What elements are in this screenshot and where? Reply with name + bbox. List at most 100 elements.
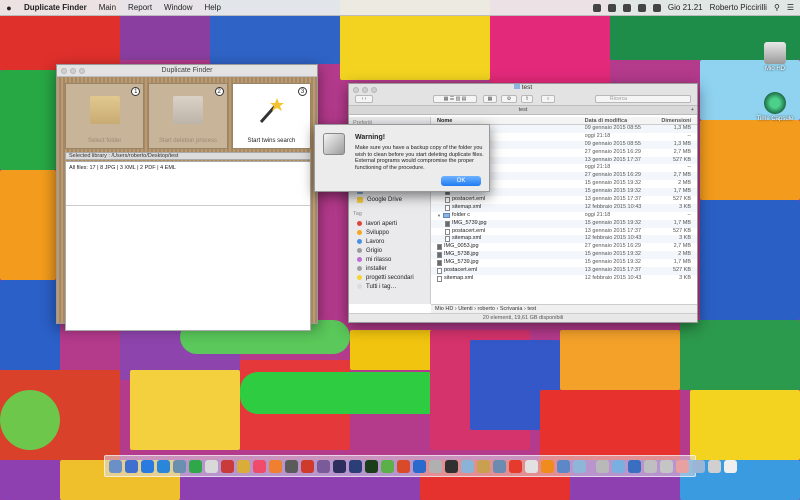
menu-window[interactable]: Window <box>158 3 198 12</box>
dock-app-icon[interactable] <box>660 459 673 473</box>
sidebar-tag-grigio[interactable]: Grigio <box>349 246 430 255</box>
dock-app-icon[interactable] <box>157 459 170 473</box>
dock-app-icon[interactable] <box>141 459 154 473</box>
sidebar-tag-lavoro[interactable]: Lavoro <box>349 237 430 246</box>
dock-app-icon[interactable] <box>173 459 186 473</box>
finder-toolbar[interactable]: test ‹ › ▦ ☰ ▥ ▤ ▦ ⚙ ⇧ ○ Ricerca <box>349 84 697 106</box>
dock-app-icon[interactable] <box>493 459 506 473</box>
table-row[interactable]: postacert.eml 13 gennaio 2015 17:37 527 KB… <box>431 267 697 275</box>
table-row[interactable]: IMG_5738.jpg15 gennaio 2015 19:32 2 MB JPE… <box>431 251 697 260</box>
dock-app-icon[interactable] <box>221 459 234 473</box>
table-row[interactable]: postacert.eml 13 gennaio 2015 17:37 527 KB… <box>431 196 697 204</box>
dock-app-icon[interactable] <box>301 459 314 473</box>
dock-app-icon[interactable] <box>596 459 609 473</box>
dock-app-icon[interactable] <box>628 459 641 473</box>
column-size[interactable]: Dimensioni <box>658 117 695 124</box>
dock-app-icon[interactable] <box>461 459 474 473</box>
dock-app-icon[interactable] <box>477 459 490 473</box>
spotlight-icon[interactable]: ⚲ <box>774 3 780 12</box>
desktop-icon-time-capsule[interactable]: Time Capsule <box>750 92 800 122</box>
column-date[interactable]: Data di modifica <box>585 117 658 124</box>
dock-app-icon[interactable] <box>285 459 298 473</box>
ok-button[interactable]: OK <box>441 176 481 186</box>
dock-app-icon[interactable] <box>692 459 705 473</box>
table-row[interactable]: sitemap.xml12 febbraio 2015 10:43 3 KB Tes… <box>431 203 697 212</box>
table-row[interactable]: IMG_0053.jpg27 gennaio 2015 16:29 2,7 MB J… <box>431 243 697 251</box>
dock-app-icon[interactable] <box>365 459 378 473</box>
tray-bluetooth-icon[interactable] <box>622 3 631 12</box>
view-mode-buttons[interactable]: ▦ ☰ ▥ ▤ <box>433 95 477 103</box>
disclosure-triangle-icon[interactable]: ▼ <box>437 212 441 220</box>
table-row[interactable]: postacert.eml 13 gennaio 2015 17:37 527 KB… <box>431 228 697 236</box>
path-segment[interactable]: roberto <box>478 306 495 312</box>
dock-app-icon[interactable] <box>445 459 458 473</box>
dock-app-icon[interactable] <box>644 459 657 473</box>
tab-test[interactable]: test <box>519 107 528 113</box>
menubar-clock[interactable]: Gio 21.21 <box>668 3 703 12</box>
sidebar-item-google-drive[interactable]: Google Drive <box>349 195 430 204</box>
path-segment[interactable]: Mio HD <box>435 306 453 312</box>
dock-app-icon[interactable] <box>205 459 218 473</box>
dock-app-icon[interactable] <box>676 459 689 473</box>
dock-app-icon[interactable] <box>724 459 737 473</box>
desktop-icon-mio-hd[interactable]: Mio HD <box>750 42 800 72</box>
table-row[interactable]: IMG_5739.jpg15 gennaio 2015 19:32 1,7 MB J… <box>431 259 697 267</box>
path-segment[interactable]: Scrivania <box>500 306 523 312</box>
path-segment[interactable]: Utenti <box>458 306 472 312</box>
dock-app-icon[interactable] <box>349 459 362 473</box>
menu-main[interactable]: Main <box>93 3 122 12</box>
arrange-icon[interactable]: ▦ <box>483 95 497 103</box>
table-row[interactable]: IMG_5739.jpg15 gennaio 2015 19:32 1,7 MB J… <box>431 219 697 228</box>
dock-app-icon[interactable] <box>612 459 625 473</box>
dock-app-icon[interactable] <box>109 459 122 473</box>
share-icon[interactable]: ⇧ <box>521 95 533 103</box>
dock-app-icon[interactable] <box>573 459 586 473</box>
back-forward-buttons[interactable]: ‹ › <box>355 95 373 103</box>
sidebar-tag-progetti-secondari[interactable]: progetti secondari <box>349 273 430 282</box>
path-segment[interactable]: test <box>527 306 536 312</box>
step-start-deletion[interactable]: 2 Start deletion process <box>148 83 228 149</box>
dock-app-icon[interactable] <box>708 459 721 473</box>
table-row[interactable]: sitemap.xml12 febbraio 2015 10:43 3 KB Tes… <box>431 235 697 244</box>
dock-app-icon[interactable] <box>189 459 202 473</box>
column-name[interactable]: Nome <box>431 117 585 124</box>
sidebar-tag-installer[interactable]: installer <box>349 264 430 273</box>
dock-app-icon[interactable] <box>269 459 282 473</box>
dock-app-icon[interactable] <box>333 459 346 473</box>
table-row[interactable]: sitemap.xml12 febbraio 2015 10:43 3 KB Tes… <box>431 275 697 283</box>
dock-app-icon[interactable] <box>413 459 426 473</box>
dock-app-icon[interactable] <box>237 459 250 473</box>
menubar-user[interactable]: Roberto Piccirilli <box>710 3 767 12</box>
menu-app-name[interactable]: Duplicate Finder <box>18 3 93 12</box>
sidebar-tag-lavori-aperti[interactable]: lavori aperti <box>349 219 430 228</box>
new-tab-button[interactable]: + <box>691 106 694 115</box>
tray-volume-icon[interactable] <box>637 3 646 12</box>
dock-app-icon[interactable] <box>557 459 570 473</box>
sidebar-tag-sviluppo[interactable]: Sviluppo <box>349 228 430 237</box>
dock-app-icon[interactable] <box>429 459 442 473</box>
tag-icon[interactable]: ○ <box>541 95 555 103</box>
dock-app-icon[interactable] <box>317 459 330 473</box>
dock-app-icon[interactable] <box>381 459 394 473</box>
step-select-folder[interactable]: 1 Select folder <box>65 83 145 149</box>
dock-app-icon[interactable] <box>525 459 538 473</box>
search-input[interactable]: Ricerca <box>595 95 691 103</box>
column-type[interactable]: Tipo <box>695 117 697 124</box>
close-button[interactable] <box>61 68 67 74</box>
dock-app-icon[interactable] <box>541 459 554 473</box>
sidebar-tag-mi-rilasso[interactable]: mi rilasso <box>349 255 430 264</box>
minimize-button[interactable] <box>70 68 76 74</box>
apple-menu-icon[interactable]: ● <box>0 3 18 13</box>
dock-app-icon[interactable] <box>253 459 266 473</box>
step-start-twins-search[interactable]: 3 Start twins search <box>231 83 311 149</box>
sidebar-tag-all-tags[interactable]: Tutti i tag… <box>349 282 430 291</box>
tray-app-icon[interactable] <box>592 3 601 12</box>
dock-app-icon[interactable] <box>397 459 410 473</box>
notification-center-icon[interactable]: ☰ <box>787 3 794 12</box>
menu-report[interactable]: Report <box>122 3 158 12</box>
tray-sync-icon[interactable] <box>607 3 616 12</box>
menu-help[interactable]: Help <box>199 3 227 12</box>
dock-app-icon[interactable] <box>125 459 138 473</box>
table-row[interactable]: ▼folder c oggi 21:18 -- Cartella <box>431 212 697 220</box>
dock-app-icon[interactable] <box>509 459 522 473</box>
